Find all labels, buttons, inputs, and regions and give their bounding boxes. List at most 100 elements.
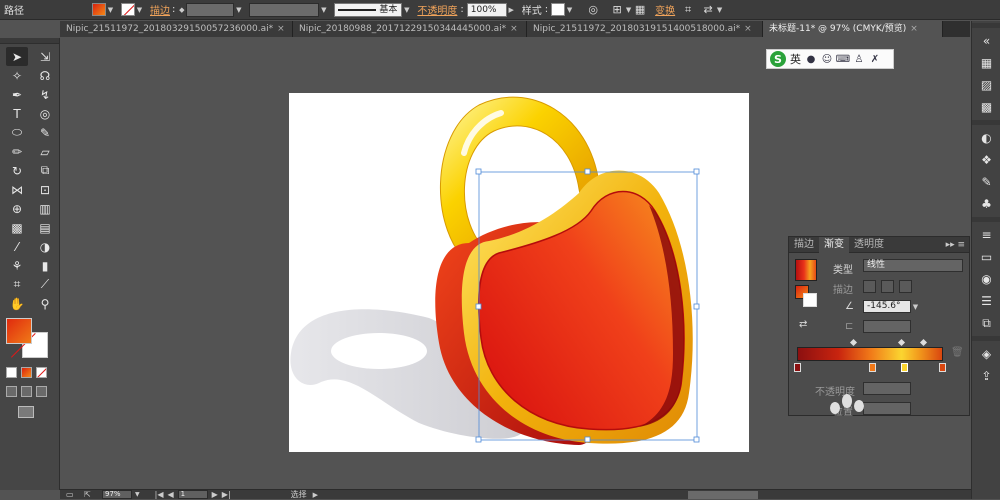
gradient-midpoint[interactable] bbox=[919, 338, 928, 347]
close-icon[interactable]: × bbox=[910, 21, 918, 37]
column-graph-tool-icon[interactable]: ▮ bbox=[34, 256, 56, 275]
mesh-tool-icon[interactable]: ▩ bbox=[6, 218, 28, 237]
chart-tool-icon[interactable]: ▥ bbox=[34, 199, 56, 218]
transform-link[interactable]: 变换 bbox=[655, 2, 675, 18]
spiral-tool-icon[interactable]: ◎ bbox=[34, 104, 56, 123]
close-icon[interactable]: × bbox=[277, 21, 285, 37]
stroke-within-icon[interactable] bbox=[863, 280, 876, 293]
gradient-midpoint[interactable] bbox=[849, 338, 858, 347]
tab-transparency[interactable]: 透明度 bbox=[849, 237, 889, 253]
color-panel-icon[interactable]: ▦ bbox=[972, 52, 1000, 74]
gradient-tool-icon[interactable]: ▤ bbox=[34, 218, 56, 237]
chevron-down-icon[interactable]: ▼ bbox=[911, 300, 920, 313]
ime-logo-icon[interactable]: S bbox=[770, 51, 786, 67]
fill-stroke-widget[interactable] bbox=[6, 318, 50, 362]
gradient-preview-swatch[interactable] bbox=[795, 259, 817, 281]
pencil-tool-icon[interactable]: ✏ bbox=[6, 142, 28, 161]
stroke-weight-control[interactable]: 描边 : ◆ ▼ bbox=[150, 2, 243, 18]
direct-selection-tool-icon[interactable]: ⇲ bbox=[34, 47, 56, 66]
draw-behind-icon[interactable] bbox=[21, 386, 32, 397]
gradient-stop[interactable] bbox=[794, 363, 801, 372]
slice-tool-icon[interactable]: ⟋ bbox=[34, 275, 56, 294]
isolate-icon[interactable]: ⌗ bbox=[681, 3, 695, 17]
aspect-field[interactable] bbox=[863, 320, 911, 333]
gradient-mode-icon[interactable] bbox=[21, 367, 32, 378]
eyedropper-tool-icon[interactable]: ⁄ bbox=[6, 237, 28, 256]
stroke-panel-icon[interactable]: ≡ bbox=[972, 224, 1000, 246]
emoji-icon[interactable]: ☺ bbox=[821, 53, 833, 65]
align-icon[interactable]: ⊞ bbox=[610, 3, 624, 17]
angle-field[interactable]: -145.6° bbox=[863, 300, 911, 313]
ellipse-tool-icon[interactable]: ⬭ bbox=[6, 123, 28, 142]
document-tab[interactable]: Nipic_21511972_20180319151400518000.ai* … bbox=[527, 21, 763, 37]
keyboard-icon[interactable]: ⌨ bbox=[836, 53, 850, 65]
shape-builder-tool-icon[interactable]: ⊕ bbox=[6, 199, 28, 218]
stroke-across-icon[interactable] bbox=[899, 280, 912, 293]
chevron-down-icon[interactable]: ▼ bbox=[402, 3, 411, 16]
chevron-down-icon[interactable]: ▼ bbox=[715, 3, 724, 16]
chevron-right-icon[interactable]: ▶ bbox=[313, 491, 318, 499]
style-swatch[interactable] bbox=[551, 3, 566, 16]
document-tab[interactable]: Nipic_21511972_20180329150057236000.ai* … bbox=[60, 21, 293, 37]
ime-language-label[interactable]: 英 bbox=[790, 51, 801, 67]
asset-export-icon[interactable]: ⇪ bbox=[972, 365, 1000, 387]
stroke-gradient-swatch[interactable] bbox=[803, 293, 817, 307]
selection-tool-icon[interactable]: ➤ bbox=[6, 47, 28, 66]
none-mode-icon[interactable] bbox=[36, 367, 47, 378]
zoom-field[interactable]: 97% bbox=[102, 490, 132, 499]
layers-panel-icon[interactable]: ☰ bbox=[972, 290, 1000, 312]
next-artboard-icon[interactable]: ▶ bbox=[212, 490, 218, 499]
type-tool-icon[interactable]: T bbox=[6, 104, 28, 123]
magic-wand-tool-icon[interactable]: ✧ bbox=[6, 66, 28, 85]
paintbrush-tool-icon[interactable]: ✎ bbox=[34, 123, 56, 142]
symbols-panel-icon[interactable]: ♣ bbox=[972, 193, 1000, 215]
gradient-stop-selected[interactable] bbox=[901, 363, 908, 372]
color-mode-icon[interactable] bbox=[6, 367, 17, 378]
brush-definition[interactable]: 基本 ▼ bbox=[334, 2, 411, 18]
close-icon[interactable]: × bbox=[744, 21, 752, 37]
opacity-label[interactable]: 不透明度 bbox=[417, 2, 457, 17]
draw-normal-icon[interactable] bbox=[6, 386, 17, 397]
eraser-tool-icon[interactable]: ▱ bbox=[34, 142, 56, 161]
delete-stop-icon[interactable]: 🗑 bbox=[951, 347, 964, 358]
gradient-panel-icon[interactable]: ▭ bbox=[972, 246, 1000, 268]
appearance-panel-icon[interactable]: ◐ bbox=[972, 127, 1000, 149]
settings-wrench-icon[interactable]: ✗ bbox=[869, 53, 881, 65]
panel-menu-icon[interactable]: ▸▸ ≡ bbox=[946, 240, 965, 250]
last-artboard-icon[interactable]: ▶| bbox=[222, 490, 231, 499]
recolor-artwork-icon[interactable]: ◎ bbox=[586, 3, 600, 17]
gradient-stop[interactable] bbox=[939, 363, 946, 372]
reverse-gradient-icon[interactable]: ⇄ bbox=[799, 319, 807, 330]
width-tool-icon[interactable]: ⋈ bbox=[6, 180, 28, 199]
rotate-tool-icon[interactable]: ↻ bbox=[6, 161, 28, 180]
transform-label[interactable]: 变换 bbox=[655, 2, 675, 17]
graphic-styles-panel-icon[interactable]: ❖ bbox=[972, 149, 1000, 171]
stroke-along-icon[interactable] bbox=[881, 280, 894, 293]
chevron-down-icon[interactable]: ▼ bbox=[135, 491, 140, 498]
stroke-label[interactable]: 描边 bbox=[150, 2, 170, 17]
curvature-tool-icon[interactable]: ↯ bbox=[34, 85, 56, 104]
heart-lock-artwork[interactable] bbox=[289, 93, 749, 452]
chevron-down-icon[interactable]: ▼ bbox=[565, 3, 574, 16]
chevron-down-icon[interactable]: ▼ bbox=[106, 3, 115, 16]
document-tab-active[interactable]: 未标题-11* @ 97% (CMYK/预览) × bbox=[763, 21, 943, 37]
chevron-down-icon[interactable]: ▼ bbox=[624, 3, 633, 16]
free-transform-tool-icon[interactable]: ⊡ bbox=[34, 180, 56, 199]
skin-icon[interactable]: ♙ bbox=[853, 53, 865, 65]
opacity-control[interactable]: 不透明度 : 100% ▶ bbox=[417, 2, 515, 18]
arrange-icon[interactable]: ⇄ bbox=[701, 3, 715, 17]
type-dropdown[interactable]: 线性 bbox=[863, 259, 963, 272]
stepper-icon[interactable]: ◆ bbox=[177, 3, 186, 16]
gradient-midpoint[interactable] bbox=[897, 338, 906, 347]
dock-collapse-icon[interactable]: « bbox=[972, 30, 1000, 52]
prev-artboard-icon[interactable]: ◀ bbox=[167, 490, 173, 499]
stroke-weight-field[interactable] bbox=[186, 2, 235, 17]
chevron-down-icon[interactable]: ▼ bbox=[234, 3, 243, 16]
grid-options-icon[interactable]: ▦ bbox=[633, 3, 647, 17]
variable-width-profile[interactable]: ▼ bbox=[249, 2, 328, 18]
pen-tool-icon[interactable]: ✒ bbox=[6, 85, 28, 104]
hand-tool-icon[interactable]: ✋ bbox=[6, 294, 28, 313]
artboards-panel-icon[interactable]: ⧉ bbox=[972, 312, 1000, 334]
export-icon[interactable]: ⇱ bbox=[84, 490, 98, 499]
transparency-panel-icon[interactable]: ◉ bbox=[972, 268, 1000, 290]
